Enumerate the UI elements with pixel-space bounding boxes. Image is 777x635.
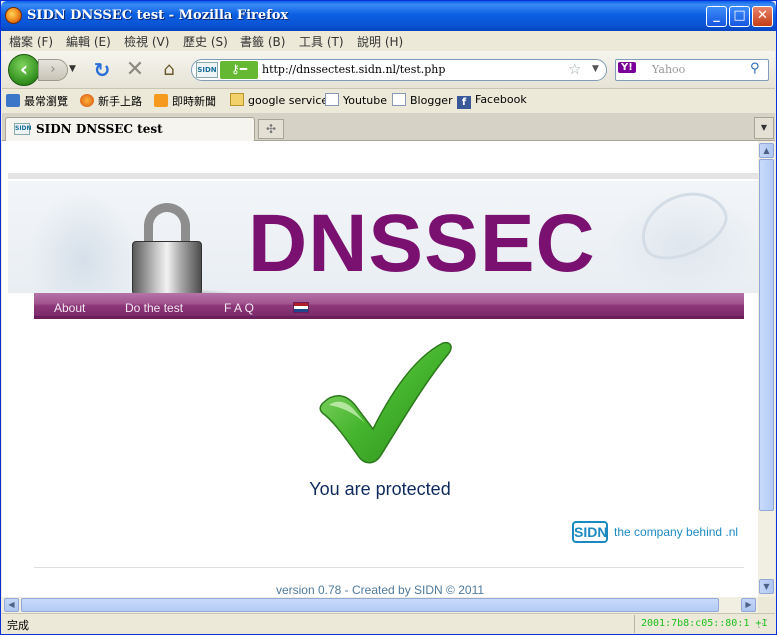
status-bar: 完成 2001:7b8:c05::80:1 +1 ⋰	[2, 613, 775, 634]
bookmark-label: 即時新聞	[172, 95, 216, 108]
browser-window: SIDN DNSSEC test - Mozilla Firefox _ □ ✕…	[0, 0, 777, 635]
menu-history[interactable]: 歷史 (S)	[183, 33, 228, 50]
resize-grip-icon[interactable]: ⋰	[757, 617, 768, 630]
bookmark-label: 新手上路	[98, 95, 142, 108]
window-title: SIDN DNSSEC test - Mozilla Firefox	[27, 8, 289, 23]
stop-button[interactable]: ✕	[124, 59, 146, 81]
bookmarks-toolbar: 最常瀏覽 新手上路 即時新聞 google service Youtube Bl…	[2, 89, 775, 113]
horizontal-scroll-thumb[interactable]	[21, 598, 719, 612]
horizontal-scrollbar[interactable]: ◀ ▶	[2, 597, 758, 613]
search-box[interactable]: Y! ▾ Yahoo ⚲	[615, 59, 769, 81]
page-icon	[392, 93, 406, 106]
navigation-toolbar: ‹ › ▼ ↻ ✕ ⌂ SIDN ⚷━ http://dnssectest.si…	[2, 51, 775, 89]
sidn-logo[interactable]: SIDN the company behind .nl	[572, 519, 742, 547]
bookmark-youtube[interactable]: Youtube	[325, 93, 387, 107]
menu-view[interactable]: 檢視 (V)	[124, 33, 169, 50]
tab-sidn-dnssec-test[interactable]: SIDN SIDN DNSSEC test	[5, 117, 255, 141]
bookmark-latest-news[interactable]: 即時新聞	[154, 93, 216, 109]
forward-button[interactable]: ›	[38, 59, 68, 81]
back-button[interactable]: ‹	[8, 54, 40, 86]
close-button[interactable]: ✕	[752, 6, 773, 27]
scroll-down-button[interactable]: ▼	[759, 579, 774, 594]
tab-favicon: SIDN	[14, 123, 32, 135]
reload-button[interactable]: ↻	[91, 59, 113, 81]
vertical-scroll-thumb[interactable]	[759, 159, 774, 511]
bookmark-facebook[interactable]: f Facebook	[457, 93, 527, 109]
banner-background-decoration	[28, 191, 138, 291]
bookmark-most-visited[interactable]: 最常瀏覽	[6, 93, 68, 109]
url-dropdown-icon[interactable]: ▼	[592, 64, 599, 74]
bookmark-getting-started[interactable]: 新手上路	[80, 93, 142, 109]
sidn-logo-mark: SIDN	[572, 521, 608, 543]
bookmark-blogger[interactable]: Blogger	[392, 93, 453, 107]
tab-label: SIDN DNSSEC test	[36, 122, 163, 136]
tab-bar: SIDN SIDN DNSSEC test ✣ ▼	[2, 113, 775, 141]
menu-help[interactable]: 說明 (H)	[357, 33, 403, 50]
bookmark-label: Facebook	[475, 93, 527, 106]
key-icon[interactable]: ⚷━	[220, 61, 258, 79]
menu-tools[interactable]: 工具 (T)	[299, 33, 344, 50]
nav-do-the-test[interactable]: Do the test	[125, 301, 183, 315]
bookmark-google-service[interactable]: google service	[230, 93, 328, 107]
banner-title: DNSSEC	[248, 198, 596, 289]
result-message: You are protected	[309, 479, 451, 499]
folder-icon	[230, 93, 244, 106]
bookmark-label: Blogger	[410, 94, 453, 107]
rss-icon	[154, 94, 168, 107]
bookmark-label: 最常瀏覽	[24, 95, 68, 108]
tab-list-button[interactable]: ▼	[754, 117, 774, 139]
scroll-up-button[interactable]: ▲	[759, 143, 774, 158]
firefox-icon	[5, 7, 22, 24]
page-icon	[325, 93, 339, 106]
new-tab-button[interactable]: ✣	[258, 119, 284, 139]
scroll-right-button[interactable]: ▶	[741, 598, 756, 612]
url-text[interactable]: http://dnssectest.sidn.nl/test.php	[262, 63, 445, 76]
home-button[interactable]: ⌂	[158, 59, 180, 81]
bookmark-label: google service	[248, 94, 329, 107]
bookmark-star-icon[interactable]: ☆	[568, 60, 581, 78]
search-engine-icon[interactable]: Y! ▾	[618, 62, 648, 78]
minimize-button[interactable]: _	[706, 6, 727, 27]
nav-about[interactable]: About	[54, 301, 85, 315]
page-footer: version 0.78 - Created by SIDN © 2011	[275, 583, 485, 597]
search-input[interactable]: Yahoo	[652, 63, 685, 76]
search-icon[interactable]: ⚲	[750, 61, 760, 76]
menu-bookmarks[interactable]: 書籤 (B)	[240, 33, 285, 50]
vertical-scrollbar[interactable]: ▲ ▼	[758, 141, 775, 597]
menu-file[interactable]: 檔案 (F)	[9, 33, 53, 50]
padlock-body	[132, 241, 202, 295]
scroll-left-button[interactable]: ◀	[4, 598, 19, 612]
checkmark-icon	[319, 341, 452, 464]
nav-faq[interactable]: F A Q	[224, 301, 254, 315]
maximize-button[interactable]: □	[729, 6, 750, 27]
history-dropdown-icon[interactable]: ▼	[69, 64, 76, 74]
site-favicon: SIDN	[196, 62, 218, 78]
page-viewport: DNSSEC About Do the test F A Q You are p…	[2, 141, 758, 597]
status-text: 完成	[7, 619, 29, 632]
sidn-tagline: the company behind .nl	[614, 525, 739, 539]
page-top-strip	[8, 173, 758, 179]
firefox-icon	[80, 94, 94, 107]
menu-edit[interactable]: 編輯 (E)	[66, 33, 111, 50]
title-bar: SIDN DNSSEC test - Mozilla Firefox _ □ ✕	[1, 1, 776, 31]
footer-divider	[34, 567, 744, 568]
most-visited-icon	[6, 94, 20, 107]
padlock-icon	[132, 203, 242, 303]
site-nav: About Do the test F A Q	[34, 293, 744, 319]
facebook-icon: f	[457, 96, 471, 109]
menu-bar: 檔案 (F) 編輯 (E) 檢視 (V) 歷史 (S) 書籤 (B) 工具 (T…	[2, 31, 775, 51]
status-ip-address: 2001:7b8:c05::80:1 +1	[634, 615, 767, 633]
scrollbar-corner	[758, 597, 775, 613]
url-bar[interactable]: SIDN ⚷━ http://dnssectest.sidn.nl/test.p…	[191, 59, 607, 81]
bookmark-label: Youtube	[343, 94, 387, 107]
dutch-flag-icon[interactable]	[293, 302, 309, 313]
